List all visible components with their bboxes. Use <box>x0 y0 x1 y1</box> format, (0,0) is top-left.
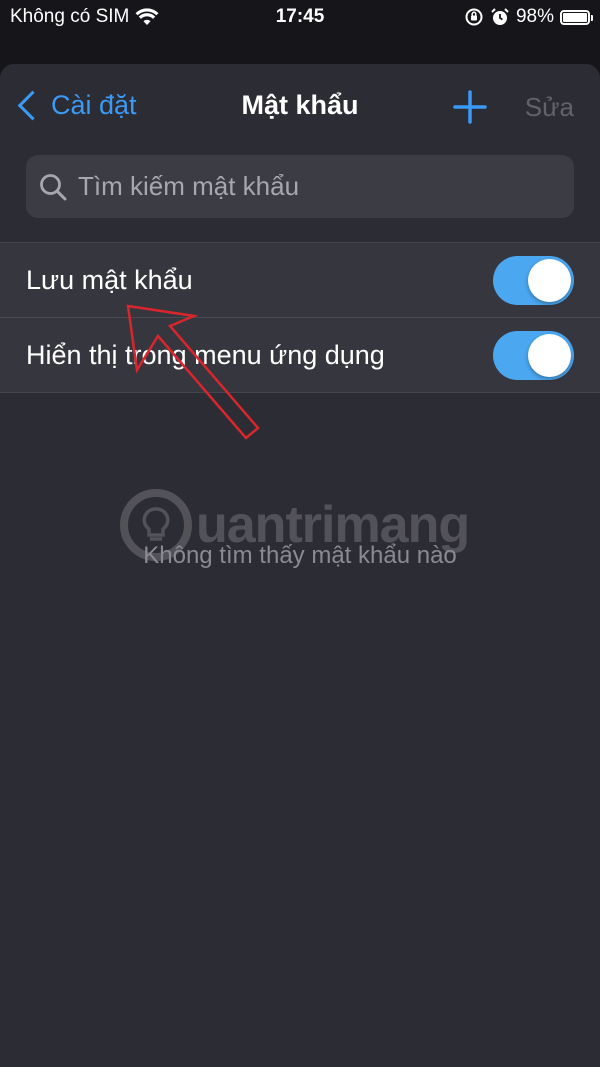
battery-icon <box>560 9 593 25</box>
settings-row-show-in-app-menu: Hiển thị trong menu ứng dụng <box>0 317 600 392</box>
search-input[interactable] <box>76 170 574 203</box>
back-label: Cài đặt <box>51 90 137 120</box>
save-passwords-label: Lưu mật khẩu <box>26 264 193 295</box>
empty-state-message: Không tìm thấy mật khẩu nào <box>143 542 457 569</box>
back-button[interactable]: Cài đặt <box>14 90 137 121</box>
edit-button[interactable]: Sửa <box>525 92 574 123</box>
status-right: 98% <box>464 6 593 28</box>
battery-percent: 98% <box>515 6 554 27</box>
add-icon[interactable] <box>453 90 487 124</box>
alarm-icon <box>491 8 509 25</box>
show-in-app-menu-label: Hiển thị trong menu ứng dụng <box>26 339 385 370</box>
settings-row-save-passwords: Lưu mật khẩu <box>0 243 600 317</box>
search-bar[interactable] <box>26 155 574 218</box>
battery-fill <box>563 12 587 22</box>
nav-bar: Cài đặt Mật khẩu Sửa <box>0 64 600 152</box>
search-icon <box>40 173 67 200</box>
status-bar: Không có SIM 17:45 98% <box>0 0 600 34</box>
toggle-knob <box>528 259 571 302</box>
toggle-knob <box>528 334 571 377</box>
chevron-left-icon <box>17 90 48 121</box>
show-in-app-menu-toggle[interactable] <box>493 331 574 380</box>
save-passwords-toggle[interactable] <box>493 256 574 305</box>
rotation-lock-icon <box>465 8 483 26</box>
settings-group: Lưu mật khẩu Hiển thị trong menu ứng dụn… <box>0 242 600 393</box>
